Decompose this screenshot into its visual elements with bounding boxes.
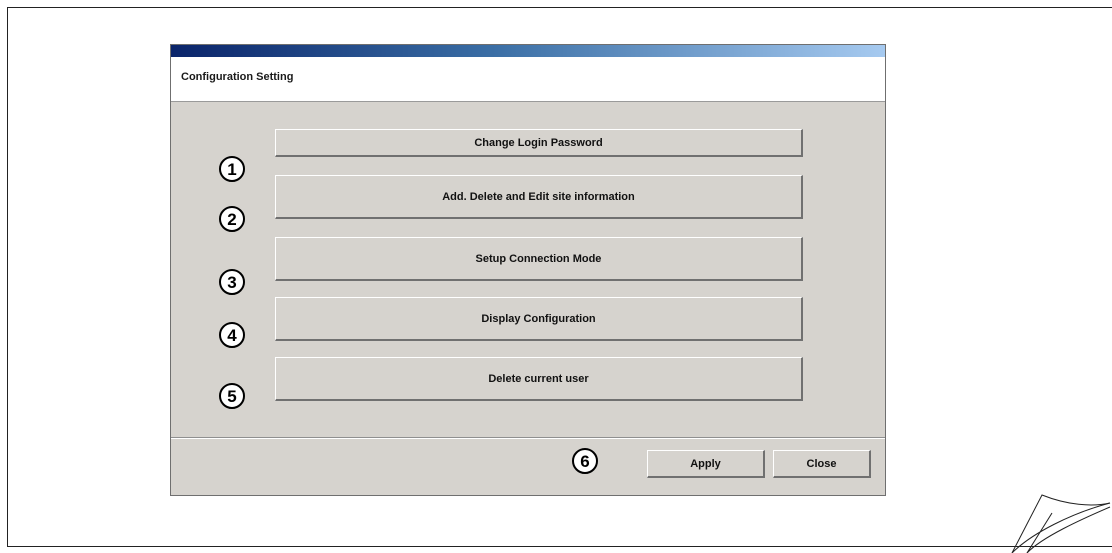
dialog-footer: Apply Close [171,437,885,496]
window-titlebar [171,45,885,57]
setup-connection-mode-button[interactable]: Setup Connection Mode [275,237,803,281]
callout-4-badge: 4 [219,322,245,348]
callout-6-badge: 6 [572,448,598,474]
callout-1-badge: 1 [219,156,245,182]
apply-button[interactable]: Apply [647,450,765,478]
page-curl-decoration [1011,494,1111,553]
callout-3-badge: 3 [219,269,245,295]
change-login-password-button[interactable]: Change Login Password [275,129,803,157]
dialog-header: Configuration Setting [171,57,885,102]
delete-current-user-button[interactable]: Delete current user [275,357,803,401]
configuration-setting-dialog: Configuration Setting Change Login Passw… [170,44,886,496]
close-button[interactable]: Close [773,450,871,478]
dialog-title: Configuration Setting [181,71,294,83]
callout-5-badge: 5 [219,383,245,409]
callout-2-badge: 2 [219,206,245,232]
add-delete-edit-site-button[interactable]: Add. Delete and Edit site information [275,175,803,219]
display-configuration-button[interactable]: Display Configuration [275,297,803,341]
